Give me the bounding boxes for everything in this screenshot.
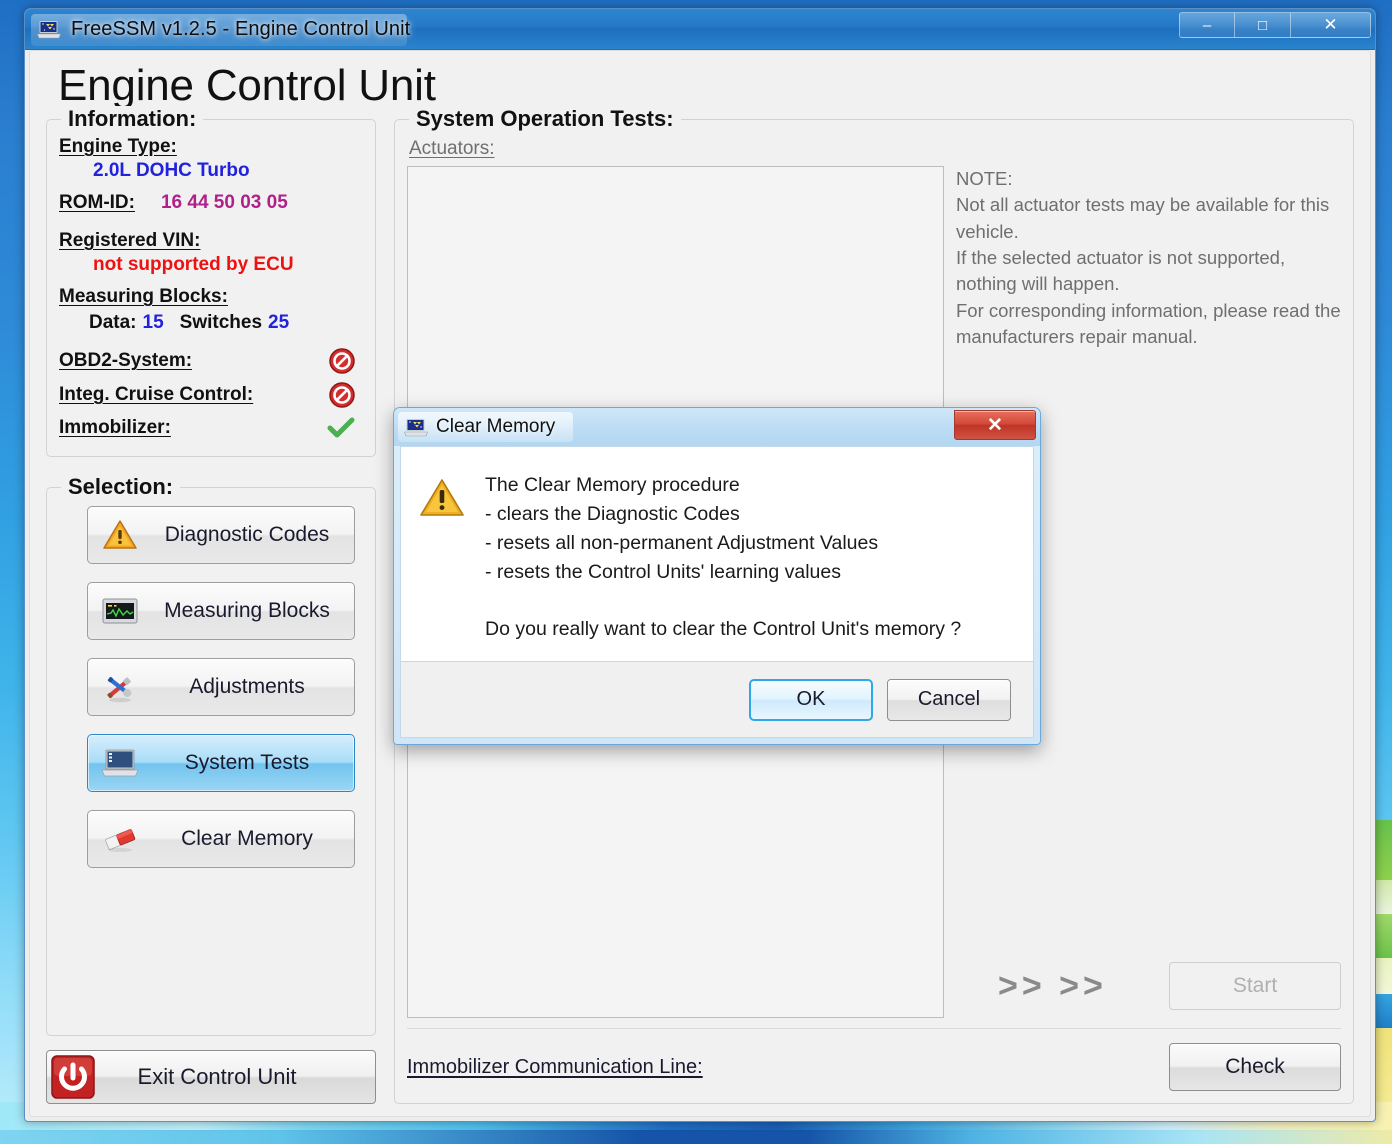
rom-id-label: ROM-ID:	[59, 192, 135, 214]
check-button[interactable]: Check	[1169, 1043, 1341, 1091]
warning-triangle-icon	[419, 471, 475, 651]
immobilizer-communication-line-label: Immobilizer Communication Line:	[407, 1055, 703, 1078]
dialog-titlebar: Clear Memory ✕	[394, 408, 1040, 446]
dialog-title: Clear Memory	[436, 416, 556, 437]
freessm-laptop-icon	[37, 20, 61, 39]
obd2-label: OBD2-System:	[59, 350, 193, 372]
selection-button-label: Measuring Blocks	[164, 599, 330, 623]
cruise-control-row: Integ. Cruise Control:	[59, 382, 363, 408]
tools-icon	[100, 669, 140, 705]
page-title: Engine Control Unit	[58, 61, 436, 110]
no-entry-icon	[329, 348, 355, 374]
start-button[interactable]: Start	[1169, 962, 1341, 1010]
chevrons-icon: >> >>	[998, 966, 1107, 1005]
window-title: FreeSSM v1.2.5 - Engine Control Unit	[71, 18, 411, 40]
selection-button-diagnostic-codes[interactable]: Diagnostic Codes	[87, 506, 355, 565]
measuring-blocks-counts: Data: 15 Switches 25	[89, 312, 363, 334]
selection-legend: Selection:	[61, 474, 181, 501]
close-button[interactable]: ✕	[1291, 12, 1371, 38]
dialog-body: The Clear Memory procedure - clears the …	[400, 446, 1034, 662]
dialog-message: The Clear Memory procedure - clears the …	[485, 474, 962, 641]
system-operation-tests-legend: System Operation Tests:	[409, 106, 681, 133]
information-legend: Information:	[61, 106, 204, 133]
selection-button-label: Clear Memory	[181, 827, 313, 851]
actuators-note: NOTE: Not all actuator tests may be avai…	[956, 168, 1341, 347]
selection-group: Selection: Diagnostic Codes Measuring Bl…	[46, 474, 376, 1036]
eraser-icon	[100, 821, 140, 857]
registered-vin-row: Registered VIN:	[59, 230, 363, 252]
immobilizer-row: Immobilizer:	[59, 416, 363, 440]
selection-button-label: System Tests	[184, 751, 310, 775]
selection-button-measuring-blocks[interactable]: Measuring Blocks	[87, 582, 355, 641]
window-controls: – □ ✕	[1179, 12, 1371, 38]
freessm-laptop-icon	[404, 418, 428, 437]
check-mark-icon	[327, 416, 355, 440]
registered-vin-label: Registered VIN:	[59, 230, 201, 252]
minimize-button[interactable]: –	[1179, 12, 1235, 38]
registered-vin-value: not supported by ECU	[93, 254, 294, 276]
cruise-control-label: Integ. Cruise Control:	[59, 384, 254, 406]
power-icon	[47, 1051, 99, 1103]
oscilloscope-icon	[100, 593, 140, 629]
engine-type-value: 2.0L DOHC Turbo	[93, 160, 250, 182]
selection-button-clear-memory[interactable]: Clear Memory	[87, 810, 355, 869]
main-window: FreeSSM v1.2.5 - Engine Control Unit – □…	[24, 8, 1376, 1122]
information-group: Information: Engine Type: 2.0L DOHC Turb…	[46, 106, 376, 458]
note-bottom-row: >> >> Start	[956, 962, 1341, 1018]
dialog-ok-button[interactable]: OK	[749, 678, 873, 721]
engine-type-row: Engine Type:	[59, 136, 363, 158]
immobilizer-bar: Immobilizer Communication Line: Check	[407, 1028, 1341, 1091]
wallpaper-strip	[0, 1130, 1392, 1144]
rom-id-row: ROM-ID: 16 44 50 03 05	[59, 192, 363, 214]
data-value: 15	[142, 312, 164, 334]
window-titlebar: FreeSSM v1.2.5 - Engine Control Unit – □…	[25, 9, 1375, 50]
immobilizer-label: Immobilizer:	[59, 417, 171, 439]
selection-button-system-tests[interactable]: System Tests	[87, 734, 355, 793]
warning-triangle-icon	[100, 517, 140, 553]
no-entry-icon	[329, 382, 355, 408]
rom-id-value: 16 44 50 03 05	[160, 192, 288, 214]
selection-button-label: Diagnostic Codes	[164, 523, 330, 547]
exit-control-unit-label: Exit Control Unit	[137, 1064, 297, 1089]
left-column: Information: Engine Type: 2.0L DOHC Turb…	[46, 106, 376, 1104]
obd2-row: OBD2-System:	[59, 348, 363, 374]
dialog-footer: OK Cancel	[400, 662, 1034, 738]
maximize-button[interactable]: □	[1235, 12, 1291, 38]
switches-value: 25	[268, 312, 290, 334]
dialog-close-button[interactable]: ✕	[954, 410, 1036, 440]
measuring-blocks-row: Measuring Blocks:	[59, 286, 363, 308]
data-label: Data:	[89, 312, 137, 334]
clear-memory-dialog: Clear Memory ✕ The Clear Memory procedur…	[393, 407, 1041, 745]
engine-type-label: Engine Type:	[59, 136, 177, 158]
measuring-blocks-label: Measuring Blocks:	[59, 286, 228, 308]
laptop-icon	[100, 745, 140, 781]
actuators-label: Actuators:	[409, 138, 495, 160]
selection-button-label: Adjustments	[189, 675, 305, 699]
dialog-cancel-button[interactable]: Cancel	[887, 678, 1011, 721]
selection-button-adjustments[interactable]: Adjustments	[87, 658, 355, 717]
switches-label: Switches	[179, 312, 263, 334]
exit-control-unit-button[interactable]: Exit Control Unit	[46, 1050, 376, 1104]
